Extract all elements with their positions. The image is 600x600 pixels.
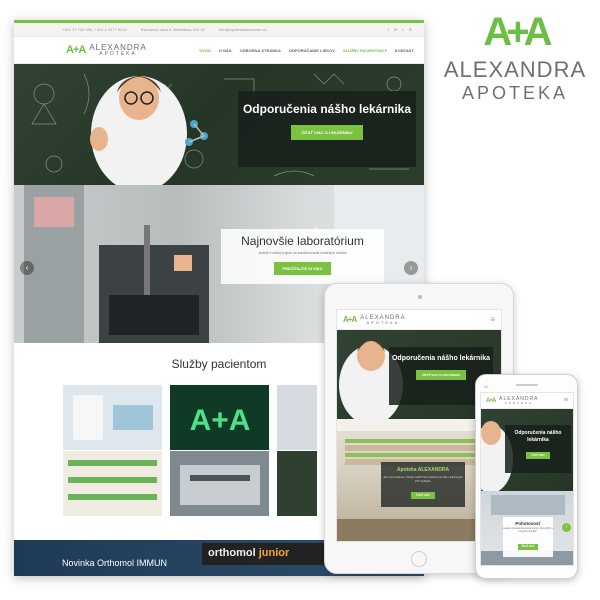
tablet-logo[interactable]: A+A ALEXANDRA APOTEKA bbox=[343, 315, 406, 325]
glowing-logo-photo: A+A bbox=[170, 385, 269, 516]
brand-logo: A+A ALEXANDRA APOTEKA bbox=[436, 12, 594, 104]
phone-screen: A+A ALEXANDRA APOTEKA ≡ Odporučenia nášh… bbox=[480, 392, 574, 566]
tablet-logo-mark-icon: A+A bbox=[343, 315, 357, 324]
pharmacy-photo bbox=[63, 385, 162, 516]
partial-photo bbox=[277, 385, 317, 516]
menu-item-home[interactable]: ÚVOD bbox=[199, 48, 211, 53]
logo-mark-icon: A+A bbox=[66, 44, 86, 56]
tablet-hero-title: Odporučenia nášho lekárnika bbox=[391, 355, 491, 362]
tablet-shop-caption: Apoteka ALEXANDRA Akú výzvu lekárne v Tr… bbox=[381, 462, 465, 507]
social-icons[interactable]: f ✉ t ⊡ bbox=[388, 27, 414, 32]
logo-text: ALEXANDRA APOTEKA bbox=[89, 43, 146, 57]
hamburger-menu-icon[interactable]: ≡ bbox=[490, 315, 495, 324]
site-logo[interactable]: A+A ALEXANDRA APOTEKA bbox=[66, 43, 147, 57]
lab-caption-box: Najnovšie laboratórium Jediné v našej kr… bbox=[221, 229, 384, 284]
phone-logo-line2: APOTEKA bbox=[504, 400, 533, 405]
speaker-icon bbox=[516, 384, 538, 386]
brand-subtitle: APOTEKA bbox=[461, 83, 569, 103]
tablet-logo-text: ALEXANDRA APOTEKA bbox=[360, 315, 405, 325]
topbar-phone[interactable]: +421 37 733 000, +421 2 2077 5219 bbox=[62, 27, 127, 32]
phone-logo-text: ALEXANDRA APOTEKA bbox=[499, 396, 538, 405]
brand-name: ALEXANDRA bbox=[443, 57, 587, 82]
menu-item-about[interactable]: O NÁS bbox=[219, 48, 232, 53]
hero-title: Odporučenia nášho lekárnika bbox=[242, 102, 412, 116]
orthomol-word: orthomol bbox=[208, 547, 256, 559]
hero-cta-button[interactable]: ČÍTAŤ VIAC O LEKÁRNIKU bbox=[291, 125, 363, 140]
topbar-email[interactable]: info@apotekaalexandra.sk bbox=[219, 27, 266, 32]
service-tiles: A+A bbox=[63, 385, 325, 516]
tablet-shop-title: Apoteka ALEXANDRA bbox=[396, 467, 450, 473]
logo-line2: APOTEKA bbox=[99, 50, 137, 57]
menu-item-services[interactable]: SLUŽBY PACIENTOM ▾ bbox=[343, 48, 387, 53]
home-button-icon[interactable] bbox=[411, 551, 427, 567]
hero-caption-box: Odporučenia nášho lekárnika ČÍTAŤ VIAC O… bbox=[238, 91, 416, 167]
menu-item-professional[interactable]: ODBORNÁ STRÁNKA bbox=[240, 48, 281, 53]
tablet-shop-button[interactable]: ČÍTAŤ VIAC bbox=[411, 492, 435, 499]
tablet-shop-subtitle: Akú výzvu lekárne v Trnave zvolili? Sme … bbox=[383, 476, 463, 483]
phone-hero: Odporučenia nášho lekárnika ČÍTAŤ VIAC bbox=[481, 409, 573, 491]
phone-mockup: MI A+A ALEXANDRA APOTEKA ≡ Odporučenia n… bbox=[475, 374, 578, 579]
main-menu: ÚVOD O NÁS ODBORNÁ STRÁNKA ODPORÚČANIE L… bbox=[191, 48, 414, 53]
lab-title: Najnovšie laboratórium bbox=[241, 234, 364, 248]
brand-mark-icon: A+A bbox=[483, 10, 552, 54]
phone-hero-button[interactable]: ČÍTAŤ VIAC bbox=[526, 452, 550, 459]
tablet-navbar: A+A ALEXANDRA APOTEKA ≡ bbox=[337, 310, 501, 330]
promo-title: Novinka Orthomol IMMUN bbox=[62, 558, 168, 568]
junior-word: junior bbox=[258, 547, 290, 559]
phone-shop-caption: Pohotovosť Lekáreň Apoteka Alexandra má … bbox=[503, 517, 553, 557]
menu-item-contact[interactable]: KONTAKT bbox=[395, 48, 414, 53]
service-tile-partial[interactable] bbox=[277, 385, 317, 516]
hero-slide: Odporučenia nášho lekárnika ČÍTAŤ VIAC O… bbox=[14, 64, 424, 185]
lab-cta-button[interactable]: PREČÍTAJTE SI VIAC bbox=[274, 262, 331, 275]
phone-shop-subtitle: Lekáreň Apoteka Alexandra má pre Vás slu… bbox=[503, 528, 553, 533]
phone-shop-button[interactable]: ČÍTAŤ VIAC bbox=[517, 544, 539, 550]
menu-item-medicines[interactable]: ODPORÚČANIE LIEKOV bbox=[289, 48, 335, 53]
phone-shop-slide: Pohotovosť Lekáreň Apoteka Alexandra má … bbox=[481, 491, 573, 565]
service-tile-pharmacy[interactable] bbox=[63, 385, 162, 516]
phone-slider-next-icon[interactable]: › bbox=[562, 523, 571, 532]
service-tile-glowing-logo[interactable]: A+A bbox=[170, 385, 269, 516]
phone-hero-title: Odporučenia nášho lekárnika bbox=[514, 430, 562, 443]
phone-logo-mark-icon: A+A bbox=[486, 397, 496, 404]
camera-icon bbox=[418, 295, 422, 299]
phone-hamburger-menu-icon[interactable]: ≡ bbox=[564, 397, 568, 404]
tablet-logo-line2: APOTEKA bbox=[366, 319, 400, 325]
phone-logo[interactable]: A+A ALEXANDRA APOTEKA bbox=[486, 396, 538, 405]
main-navbar: A+A ALEXANDRA APOTEKA ÚVOD O NÁS ODBORNÁ… bbox=[14, 37, 424, 64]
slider-prev-icon[interactable]: ‹ bbox=[20, 261, 34, 275]
svg-text:A+A: A+A bbox=[190, 404, 251, 437]
phone-brand-label: MI bbox=[484, 384, 489, 389]
slider-next-icon[interactable]: › bbox=[404, 261, 418, 275]
tablet-hero-button[interactable]: ČÍTAŤ VIAC O LEKÁRNIKU bbox=[415, 370, 467, 380]
phone-shop-title: Pohotovosť bbox=[515, 521, 541, 526]
topbar-address: Rázusova ulica 6, Bratislava, 811 02 bbox=[140, 27, 206, 32]
phone-hero-caption: Odporučenia nášho lekárnika ČÍTAŤ VIAC bbox=[505, 425, 571, 473]
top-info-bar: +421 37 733 000, +421 2 2077 5219 Rázuso… bbox=[14, 23, 424, 37]
phone-navbar: A+A ALEXANDRA APOTEKA ≡ bbox=[481, 393, 573, 409]
lab-subtitle: Jediné v našej krajine na kombinovanie l… bbox=[258, 251, 347, 255]
